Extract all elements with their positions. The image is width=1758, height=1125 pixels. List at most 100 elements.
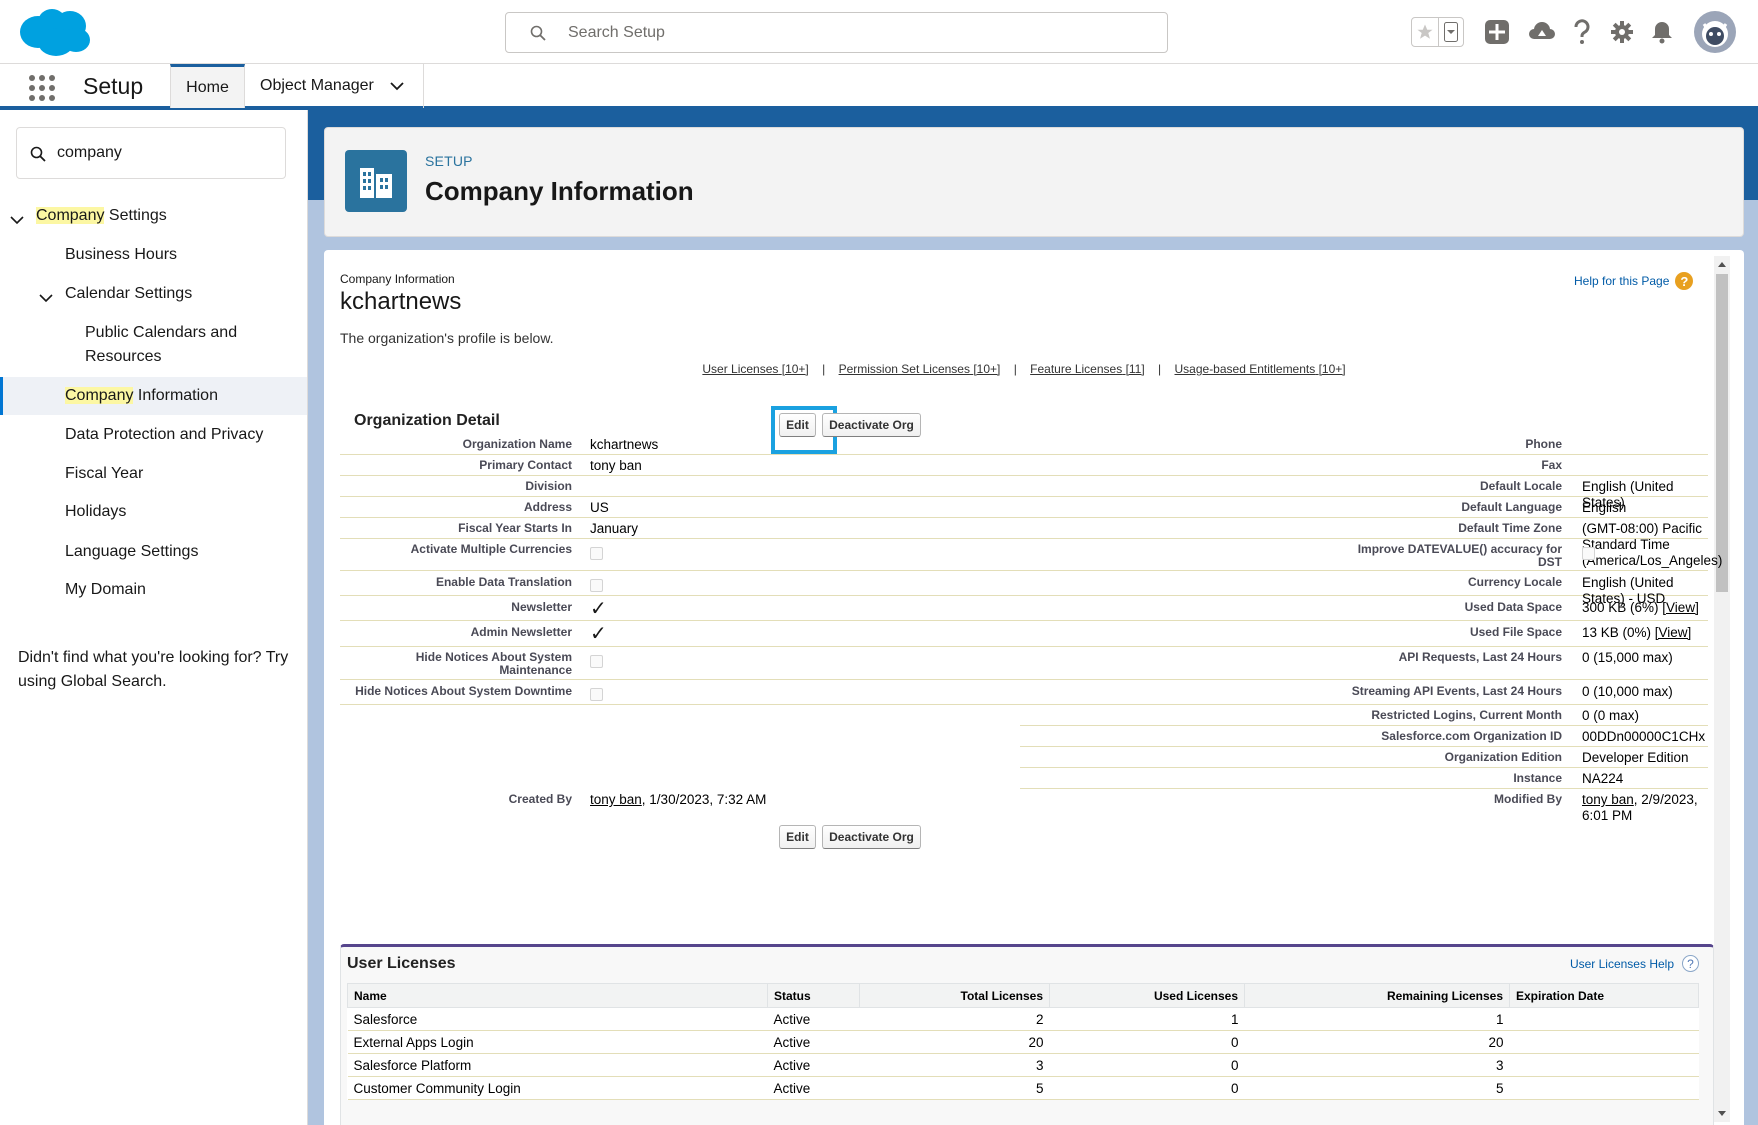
scroll-down-arrow[interactable] (1718, 1111, 1726, 1116)
field-label: Newsletter (511, 600, 572, 614)
setup-gear-button[interactable] (1607, 14, 1637, 50)
user-licenses-title: User Licenses (347, 955, 456, 972)
link-permission-set-licenses[interactable]: Permission Set Licenses [10+] (839, 362, 1001, 376)
field-value: Developer Edition (1582, 750, 1689, 765)
column-header[interactable]: Remaining Licenses (1244, 983, 1510, 1008)
link-feature-licenses[interactable]: Feature Licenses [11] (1030, 362, 1145, 376)
favorites-dropdown-button[interactable] (1439, 18, 1463, 46)
global-search-box[interactable] (505, 12, 1168, 53)
link-usage-entitlements[interactable]: Usage-based Entitlements [10+] (1175, 362, 1346, 376)
page-title: Company Information (425, 176, 694, 206)
quick-find-input[interactable] (57, 142, 277, 164)
sidebar-item-fiscal-year[interactable]: Fiscal Year (65, 462, 143, 486)
salesforce-logo[interactable] (16, 6, 92, 58)
field-label: Hide Notices About System Maintenance (415, 650, 572, 677)
column-header[interactable]: Expiration Date (1509, 983, 1699, 1008)
detail-row: Organization Name kchartnews Phone (340, 434, 1708, 455)
scroll-up-arrow[interactable] (1718, 262, 1726, 267)
field-label: Primary Contact (479, 458, 572, 472)
sidebar-item-public-calendars[interactable]: Public Calendars and Resources (85, 321, 265, 369)
created-by-user-link[interactable]: tony ban (590, 792, 642, 807)
help-icon: ? (1682, 955, 1699, 972)
help-button[interactable] (1568, 14, 1596, 50)
field-label: Organization Edition (1444, 750, 1562, 764)
sidebar-item-my-domain[interactable]: My Domain (65, 578, 146, 602)
field-label: Hide Notices About System Downtime (355, 684, 572, 698)
table-row: Salesforce Active 2 1 1 (347, 1007, 1699, 1031)
table-row: Salesforce Platform Active 3 0 3 (347, 1053, 1699, 1077)
user-avatar-button[interactable] (1693, 10, 1737, 54)
detail-row: Newsletter ✓ Used Data Space 300 KB (6%)… (340, 596, 1708, 621)
bell-icon (1652, 22, 1672, 44)
global-actions-button[interactable] (1481, 14, 1513, 50)
help-link-label: Help for this Page (1574, 274, 1670, 288)
field-value: US (590, 500, 609, 515)
sidebar-item-data-protection[interactable]: Data Protection and Privacy (65, 423, 263, 447)
sidebar-item-company-settings[interactable]: Company Settings (36, 204, 167, 228)
field-value: kchartnews (590, 437, 659, 452)
view-data-space-link[interactable]: [View] (1662, 600, 1699, 615)
chevron-down-icon[interactable] (39, 293, 53, 303)
vertical-scrollbar[interactable] (1714, 256, 1730, 1122)
edit-button-bottom[interactable]: Edit (779, 825, 816, 849)
favorites-group (1411, 17, 1464, 47)
field-label: Used Data Space (1464, 600, 1562, 614)
detail-row: Division Default Locale English (United … (340, 476, 1708, 510)
tab-home[interactable]: Home (170, 64, 245, 108)
section-title: Organization Detail (354, 412, 500, 429)
chevron-down-icon (1444, 22, 1459, 42)
sidebar-item-language-settings[interactable]: Language Settings (65, 540, 198, 564)
link-user-licenses[interactable]: User Licenses [10+] (702, 362, 808, 376)
field-value: January (590, 521, 639, 536)
chevron-down-icon[interactable] (10, 215, 24, 225)
sidebar-item-calendar-settings[interactable]: Calendar Settings (65, 282, 192, 306)
column-header[interactable]: Name (347, 983, 768, 1008)
gear-icon (1611, 21, 1633, 43)
plus-icon (1485, 20, 1509, 44)
trailhead-icon (1529, 21, 1555, 39)
field-label: Default Locale (1479, 479, 1562, 493)
field-label: Instance (1513, 771, 1562, 785)
field-value: NA224 (1582, 771, 1624, 786)
user-licenses-help-link[interactable]: User Licenses Help ? (1570, 955, 1699, 972)
quick-find-box[interactable] (16, 127, 286, 179)
datevalue-checkbox (1582, 547, 1595, 560)
sidebar-item-holidays[interactable]: Holidays (65, 500, 126, 524)
app-nav-bar: Setup Home Object Manager (0, 64, 1758, 110)
detail-row: Primary Contact tony ban Fax (340, 455, 1708, 476)
hide-downtime-checkbox (590, 688, 603, 701)
table-row: External Apps Login Active 20 0 20 (347, 1030, 1699, 1054)
app-name: Setup (83, 73, 144, 99)
deactivate-org-button-bottom[interactable]: Deactivate Org (822, 825, 921, 849)
notifications-button[interactable] (1648, 14, 1676, 50)
related-list-links: User Licenses [10+] | Permission Set Lic… (702, 362, 1346, 376)
field-value: 00DDn00000C1CHx (1582, 729, 1706, 744)
sidebar-item-company-information[interactable]: Company Information (0, 377, 307, 415)
help-for-page-link[interactable]: Help for this Page ? (1574, 272, 1694, 290)
modified-by-user-link[interactable]: tony ban (1582, 792, 1634, 807)
field-value: English (1582, 500, 1627, 515)
column-header[interactable]: Used Licenses (1049, 983, 1245, 1008)
main-area: SETUP Company Information Company Inform… (308, 110, 1758, 1125)
favorites-star-button[interactable] (1412, 18, 1440, 46)
view-file-space-link[interactable]: [View] (1655, 625, 1692, 640)
sidebar-help-text: Didn't find what you're looking for? Try… (18, 649, 289, 690)
content-panel: Company Information kchartnews Help for … (324, 250, 1744, 1125)
app-launcher-icon[interactable] (28, 74, 56, 102)
column-header[interactable]: Status (767, 983, 860, 1008)
page-eyebrow: SETUP (425, 153, 473, 169)
global-search-input[interactable] (568, 22, 1148, 44)
chevron-down-icon[interactable] (390, 81, 404, 91)
help-icon: ? (1675, 272, 1694, 290)
detail-row: Organization Edition Developer Edition (1020, 747, 1708, 768)
trailhead-button[interactable] (1527, 14, 1557, 50)
data-translation-checkbox (590, 579, 603, 592)
column-header[interactable]: Total Licenses (859, 983, 1050, 1008)
building-icon (345, 150, 407, 212)
table-row: Customer Community Login Active 5 0 5 (347, 1076, 1699, 1100)
detail-row: Address US Default Language English (340, 497, 1708, 518)
tab-object-manager[interactable]: Object Manager (245, 64, 424, 108)
detail-row: Salesforce.com Organization ID 00DDn0000… (1020, 726, 1708, 747)
sidebar-item-business-hours[interactable]: Business Hours (65, 243, 177, 267)
field-label: Improve DATEVALUE() accuracy for DST (1357, 542, 1562, 569)
